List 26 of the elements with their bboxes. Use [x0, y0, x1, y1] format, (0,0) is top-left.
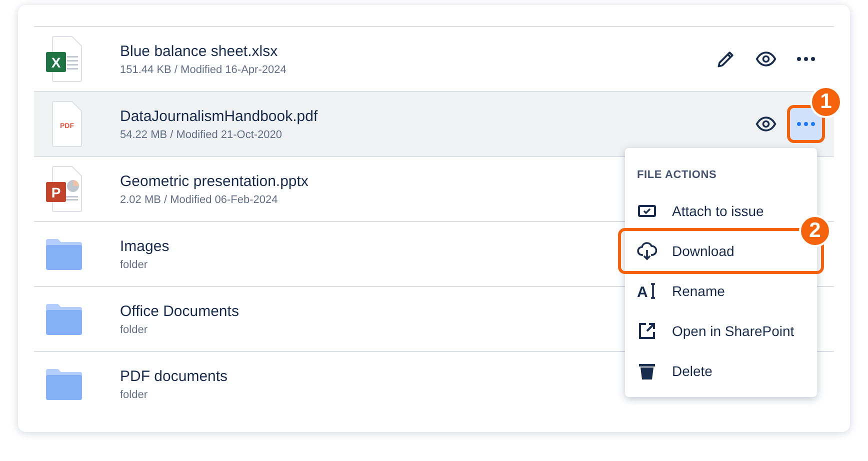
folder-icon — [46, 238, 82, 270]
file-meta: 151.44 KB / Modified 16-Apr-2024 — [120, 64, 286, 76]
more-icon — [797, 122, 815, 126]
menu-item[interactable]: Open in SharePoint — [625, 311, 817, 351]
file-meta: 54.22 MB / Modified 21-Oct-2020 — [120, 128, 282, 140]
file-name[interactable]: DataJournalismHandbook.pdf — [120, 108, 318, 124]
menu-item[interactable]: Delete — [625, 351, 817, 391]
cloud-download-icon — [637, 241, 657, 261]
trash-icon — [637, 361, 657, 381]
external-link-icon — [637, 321, 657, 341]
file-name[interactable]: PDF documents — [120, 368, 228, 384]
file-name[interactable]: Blue balance sheet.xlsx — [120, 42, 278, 60]
file-meta: folder — [120, 324, 148, 336]
folder-icon — [46, 368, 82, 400]
callout-badge: 1 — [810, 86, 842, 118]
file-name[interactable]: Geometric presentation.pptx — [120, 172, 308, 190]
file-name[interactable]: Images — [120, 238, 170, 254]
folder-icon — [46, 303, 82, 335]
file-meta: folder — [120, 258, 148, 270]
menu-heading: FILE ACTIONS — [636, 168, 718, 183]
file-name[interactable]: Office Documents — [120, 302, 239, 320]
more-icon — [797, 56, 815, 62]
file-meta: 2.02 MB / Modified 06-Feb-2024 — [120, 194, 278, 206]
callout-badge: 2 — [799, 215, 831, 247]
menu-item[interactable]: A Rename — [625, 271, 817, 311]
file-meta: folder — [120, 388, 148, 400]
